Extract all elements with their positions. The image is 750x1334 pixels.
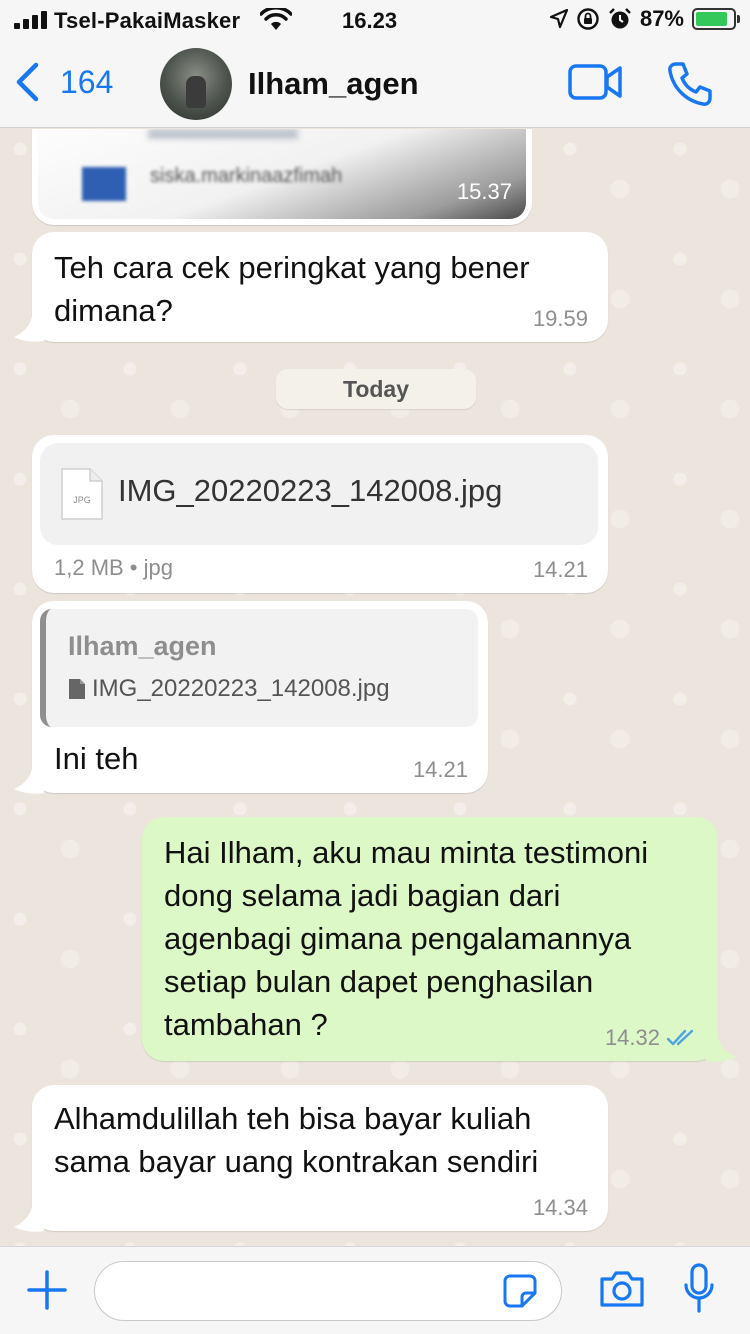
message-time: 19.59: [532, 306, 588, 331]
image-thumbnail[interactable]: siska.markinaazfimah 15.37: [38, 129, 526, 219]
message-line: Alhamdulillah teh bisa bayar kuliah: [54, 1101, 532, 1136]
message-input[interactable]: [94, 1261, 562, 1321]
quoted-message[interactable]: Ilham_agen IMG_20220223_142008.jpg: [40, 609, 478, 727]
avatar[interactable]: [160, 48, 232, 120]
contact-name[interactable]: Ilham_agen: [248, 66, 419, 102]
file-name: IMG_20220223_142008.jpg: [118, 473, 503, 508]
message-line: Hai Ilham, aku mau minta testimoni: [164, 835, 649, 870]
camera-icon[interactable]: [598, 1269, 646, 1309]
message-text: Alhamdulillah teh bisa bayar kuliah sama…: [54, 1097, 538, 1183]
message-line: setiap bulan dapet penghasilan: [164, 964, 594, 999]
bubble-tail: [706, 1035, 736, 1062]
status-bar: Tsel-PakaiMasker 16.23 87%: [0, 0, 750, 42]
date-separator: Today: [276, 369, 476, 409]
message-time: 14.21: [412, 757, 468, 782]
blurred-username: siska.markinaazfimah: [150, 165, 343, 187]
read-receipt-icon: [666, 1029, 694, 1046]
battery-percent: 87%: [639, 6, 684, 31]
incoming-message[interactable]: Alhamdulillah teh bisa bayar kuliah sama…: [32, 1085, 608, 1231]
message-text: Teh cara cek peringkat yang bener dimana…: [54, 246, 530, 332]
message-line: sama bayar uang kontrakan sendiri: [54, 1144, 539, 1179]
blurred-text: [148, 129, 298, 139]
quoted-file: IMG_20220223_142008.jpg: [68, 675, 390, 703]
document-icon: [69, 679, 85, 699]
message-time: 14.21: [532, 557, 588, 582]
chat-area[interactable]: siska.markinaazfimah 15.37 Teh cara cek …: [0, 129, 750, 1246]
unread-count: 164: [60, 63, 114, 100]
bubble-tail: [14, 315, 44, 342]
bubble-tail: [14, 767, 44, 794]
rotation-lock-icon: [577, 8, 599, 30]
input-bar: [0, 1246, 750, 1334]
battery-cap: [737, 15, 740, 23]
chevron-left-icon: [16, 62, 39, 102]
avatar-figure: [186, 76, 206, 108]
message-line: tambahan ?: [164, 1007, 328, 1042]
plus-icon[interactable]: [26, 1269, 68, 1311]
location-arrow-icon: [549, 9, 568, 29]
message-line: agenbagi gimana pengalamannya: [164, 921, 632, 956]
bubble-tail: [14, 1205, 44, 1232]
sticker-icon[interactable]: [502, 1273, 538, 1309]
quoted-sender: Ilham_agen: [68, 631, 217, 661]
back-button[interactable]: 164: [14, 62, 113, 102]
wifi-icon: [260, 8, 292, 30]
video-camera-icon[interactable]: [568, 62, 622, 102]
file-type-label: JPG: [73, 495, 91, 505]
message-line: dimana?: [54, 293, 173, 328]
carrier-name: Tsel-PakaiMasker: [54, 8, 241, 33]
file-icon: JPG: [61, 468, 103, 520]
status-time: 16.23: [342, 8, 398, 33]
alarm-icon: [609, 8, 631, 29]
phone-icon[interactable]: [666, 60, 714, 108]
chat-header: 164 Ilham_agen: [0, 42, 750, 128]
message-time: 15.37: [456, 179, 512, 204]
signal-icon: [14, 11, 47, 29]
incoming-message[interactable]: Teh cara cek peringkat yang bener dimana…: [32, 232, 608, 342]
status-right-group: 87%: [549, 6, 740, 32]
image-message[interactable]: siska.markinaazfimah 15.37: [32, 129, 532, 225]
message-line: Teh cara cek peringkat yang bener: [54, 250, 530, 285]
message-text: Hai Ilham, aku mau minta testimoni dong …: [164, 831, 648, 1046]
outgoing-message[interactable]: Hai Ilham, aku mau minta testimoni dong …: [142, 817, 718, 1061]
file-meta: 1,2 MB • jpg: [54, 555, 173, 580]
file-message[interactable]: JPG IMG_20220223_142008.jpg 1,2 MB • jpg…: [32, 435, 608, 593]
quoted-file-name: IMG_20220223_142008.jpg: [92, 675, 390, 702]
facebook-icon: [82, 167, 126, 201]
message-time: 14.32: [604, 1025, 660, 1050]
file-attachment[interactable]: JPG IMG_20220223_142008.jpg: [40, 443, 598, 545]
battery-fill: [696, 12, 728, 26]
message-time: 14.34: [532, 1195, 588, 1220]
microphone-icon[interactable]: [684, 1263, 714, 1315]
message-text: Ini teh: [54, 741, 139, 776]
message-line: dong selama jadi bagian dari: [164, 878, 561, 913]
reply-message[interactable]: Ilham_agen IMG_20220223_142008.jpg Ini t…: [32, 601, 488, 793]
battery-icon: [692, 8, 740, 30]
